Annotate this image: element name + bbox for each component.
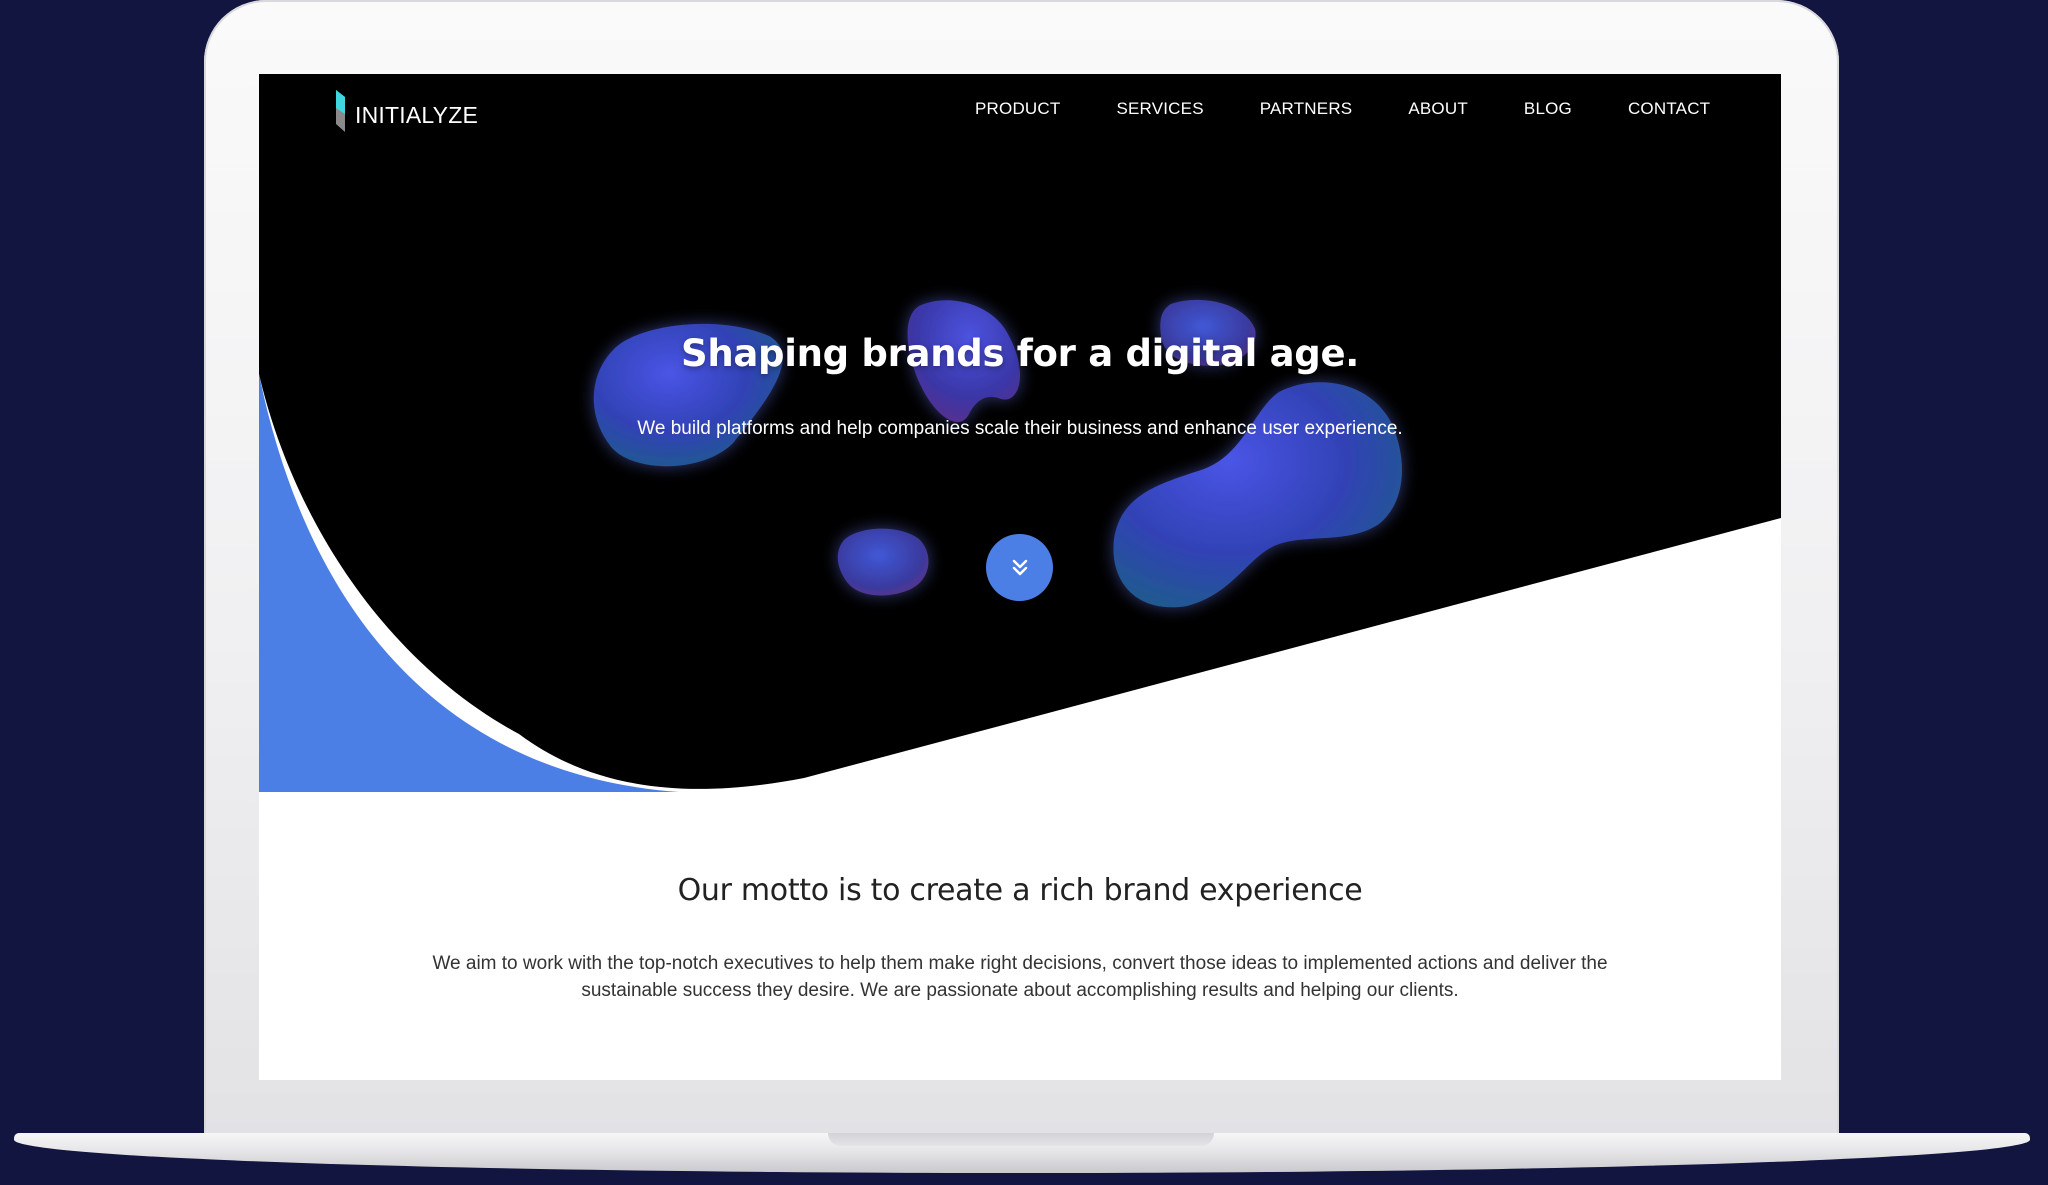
website-screen: INITIALYZE PRODUCT SERVICES PARTNERS ABO… [259,74,1781,1080]
motto-title: Our motto is to create a rich brand expe… [677,873,1363,908]
nav-item-product[interactable]: PRODUCT [975,99,1060,119]
hero-subtitle: We build platforms and help companies sc… [637,418,1403,439]
nav-item-services[interactable]: SERVICES [1116,99,1203,119]
brand-name: INITIALYZE [355,101,478,128]
motto-body: We aim to work with the top-notch execut… [432,953,1608,1001]
nav-item-about[interactable]: ABOUT [1408,99,1468,119]
blob-small-bottom [837,528,929,596]
logo-mark-icon [336,90,345,132]
nav-item-partners[interactable]: PARTNERS [1260,99,1353,119]
nav-item-contact[interactable]: CONTACT [1628,99,1710,119]
chevron-double-down-icon [1012,559,1027,575]
hero-title: Shaping brands for a digital age. [680,332,1359,375]
laptop-notch [828,1133,1214,1146]
brand-logo[interactable]: INITIALYZE [335,88,478,132]
scroll-down-button[interactable] [986,534,1053,601]
nav-item-blog[interactable]: BLOG [1524,99,1572,119]
main-nav: PRODUCT SERVICES PARTNERS ABOUT BLOG CON… [975,99,1710,119]
